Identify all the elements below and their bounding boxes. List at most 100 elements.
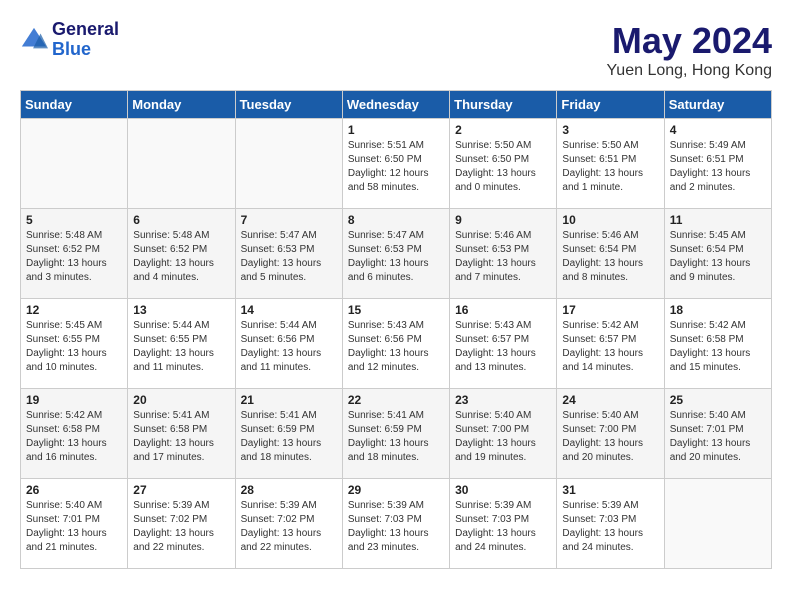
day-info: Sunrise: 5:47 AM Sunset: 6:53 PM Dayligh… [348,229,444,285]
calendar-cell: 26 Sunrise: 5:40 AM Sunset: 7:01 PM Dayli… [21,479,128,569]
day-number: 29 [348,483,444,497]
calendar-cell: 4Sunrise: 5:49 AM Sunset: 6:51 PM Daylig… [664,119,771,209]
day-number: 23 [455,393,551,407]
calendar-cell: 11 Sunrise: 5:45 AM Sunset: 6:54 PM Dayli… [664,209,771,299]
day-number: 28 [241,483,337,497]
calendar-cell: 20 Sunrise: 5:41 AM Sunset: 6:58 PM Dayli… [128,389,235,479]
page-header: General Blue May 2024 Yuen Long, Hong Ko… [20,20,772,80]
day-info: Sunrise: 5:49 AM Sunset: 6:51 PM Dayligh… [670,139,766,195]
day-number: 8 [348,213,444,227]
day-info: Sunrise: 5:48 AM Sunset: 6:52 PM Dayligh… [26,229,122,285]
calendar-week-row: 12Sunrise: 5:45 AM Sunset: 6:55 PM Dayli… [21,299,772,389]
calendar-cell: 7 Sunrise: 5:47 AM Sunset: 6:53 PM Daylig… [235,209,342,299]
calendar-cell: 30 Sunrise: 5:39 AM Sunset: 7:03 PM Dayli… [450,479,557,569]
day-info: Sunrise: 5:40 AM Sunset: 7:00 PM Dayligh… [455,409,551,465]
day-info: Sunrise: 5:41 AM Sunset: 6:59 PM Dayligh… [348,409,444,465]
day-info: Sunrise: 5:50 AM Sunset: 6:51 PM Dayligh… [562,139,658,195]
calendar-cell [21,119,128,209]
logo: General Blue [20,20,119,60]
calendar-cell: 31 Sunrise: 5:39 AM Sunset: 7:03 PM Dayli… [557,479,664,569]
calendar-week-row: 26 Sunrise: 5:40 AM Sunset: 7:01 PM Dayli… [21,479,772,569]
weekday-header: Thursday [450,91,557,119]
calendar-cell: 15Sunrise: 5:43 AM Sunset: 6:56 PM Dayli… [342,299,449,389]
day-info: Sunrise: 5:47 AM Sunset: 6:53 PM Dayligh… [241,229,337,285]
calendar-cell: 19 Sunrise: 5:42 AM Sunset: 6:58 PM Dayli… [21,389,128,479]
calendar-cell: 3 Sunrise: 5:50 AM Sunset: 6:51 PM Daylig… [557,119,664,209]
calendar-cell: 9Sunrise: 5:46 AM Sunset: 6:53 PM Daylig… [450,209,557,299]
day-number: 1 [348,123,444,137]
day-info: Sunrise: 5:39 AM Sunset: 7:03 PM Dayligh… [455,499,551,555]
day-number: 6 [133,213,229,227]
calendar-table: SundayMondayTuesdayWednesdayThursdayFrid… [20,90,772,569]
day-number: 14 [241,303,337,317]
day-info: Sunrise: 5:44 AM Sunset: 6:56 PM Dayligh… [241,319,337,375]
calendar-cell: 10Sunrise: 5:46 AM Sunset: 6:54 PM Dayli… [557,209,664,299]
day-info: Sunrise: 5:45 AM Sunset: 6:54 PM Dayligh… [670,229,766,285]
calendar-cell: 1 Sunrise: 5:51 AM Sunset: 6:50 PM Daylig… [342,119,449,209]
day-info: Sunrise: 5:39 AM Sunset: 7:03 PM Dayligh… [348,499,444,555]
day-info: Sunrise: 5:39 AM Sunset: 7:03 PM Dayligh… [562,499,658,555]
calendar-cell: 5 Sunrise: 5:48 AM Sunset: 6:52 PM Daylig… [21,209,128,299]
calendar-cell: 14 Sunrise: 5:44 AM Sunset: 6:56 PM Dayli… [235,299,342,389]
day-number: 31 [562,483,658,497]
day-info: Sunrise: 5:40 AM Sunset: 7:01 PM Dayligh… [670,409,766,465]
day-number: 11 [670,213,766,227]
day-info: Sunrise: 5:48 AM Sunset: 6:52 PM Dayligh… [133,229,229,285]
day-number: 25 [670,393,766,407]
day-info: Sunrise: 5:42 AM Sunset: 6:57 PM Dayligh… [562,319,658,375]
calendar-cell: 17Sunrise: 5:42 AM Sunset: 6:57 PM Dayli… [557,299,664,389]
weekday-header: Wednesday [342,91,449,119]
day-number: 18 [670,303,766,317]
day-number: 26 [26,483,122,497]
day-number: 19 [26,393,122,407]
calendar-week-row: 1 Sunrise: 5:51 AM Sunset: 6:50 PM Daylig… [21,119,772,209]
calendar-header-row: SundayMondayTuesdayWednesdayThursdayFrid… [21,91,772,119]
day-info: Sunrise: 5:41 AM Sunset: 6:58 PM Dayligh… [133,409,229,465]
day-info: Sunrise: 5:40 AM Sunset: 7:01 PM Dayligh… [26,499,122,555]
day-number: 2 [455,123,551,137]
calendar-cell: 13 Sunrise: 5:44 AM Sunset: 6:55 PM Dayli… [128,299,235,389]
calendar-cell: 24Sunrise: 5:40 AM Sunset: 7:00 PM Dayli… [557,389,664,479]
calendar-cell: 28 Sunrise: 5:39 AM Sunset: 7:02 PM Dayli… [235,479,342,569]
day-info: Sunrise: 5:41 AM Sunset: 6:59 PM Dayligh… [241,409,337,465]
calendar-cell [235,119,342,209]
day-info: Sunrise: 5:43 AM Sunset: 6:56 PM Dayligh… [348,319,444,375]
day-number: 22 [348,393,444,407]
calendar-cell: 12Sunrise: 5:45 AM Sunset: 6:55 PM Dayli… [21,299,128,389]
day-info: Sunrise: 5:40 AM Sunset: 7:00 PM Dayligh… [562,409,658,465]
calendar-week-row: 19 Sunrise: 5:42 AM Sunset: 6:58 PM Dayli… [21,389,772,479]
weekday-header: Sunday [21,91,128,119]
day-number: 10 [562,213,658,227]
month-title: May 2024 [607,20,772,62]
logo-text: General Blue [52,20,119,60]
day-number: 7 [241,213,337,227]
calendar-cell: 18 Sunrise: 5:42 AM Sunset: 6:58 PM Dayli… [664,299,771,389]
day-info: Sunrise: 5:43 AM Sunset: 6:57 PM Dayligh… [455,319,551,375]
calendar-cell [664,479,771,569]
day-number: 5 [26,213,122,227]
location-subtitle: Yuen Long, Hong Kong [607,62,772,80]
day-number: 12 [26,303,122,317]
day-number: 27 [133,483,229,497]
day-info: Sunrise: 5:51 AM Sunset: 6:50 PM Dayligh… [348,139,444,195]
day-info: Sunrise: 5:46 AM Sunset: 6:53 PM Dayligh… [455,229,551,285]
logo-icon [20,26,48,54]
day-info: Sunrise: 5:44 AM Sunset: 6:55 PM Dayligh… [133,319,229,375]
calendar-cell: 23 Sunrise: 5:40 AM Sunset: 7:00 PM Dayli… [450,389,557,479]
calendar-cell: 6 Sunrise: 5:48 AM Sunset: 6:52 PM Daylig… [128,209,235,299]
calendar-cell: 27Sunrise: 5:39 AM Sunset: 7:02 PM Dayli… [128,479,235,569]
weekday-header: Saturday [664,91,771,119]
day-number: 13 [133,303,229,317]
day-info: Sunrise: 5:42 AM Sunset: 6:58 PM Dayligh… [670,319,766,375]
day-info: Sunrise: 5:42 AM Sunset: 6:58 PM Dayligh… [26,409,122,465]
calendar-cell: 29 Sunrise: 5:39 AM Sunset: 7:03 PM Dayli… [342,479,449,569]
calendar-cell: 22 Sunrise: 5:41 AM Sunset: 6:59 PM Dayli… [342,389,449,479]
calendar-cell: 8 Sunrise: 5:47 AM Sunset: 6:53 PM Daylig… [342,209,449,299]
day-number: 21 [241,393,337,407]
day-number: 3 [562,123,658,137]
day-number: 20 [133,393,229,407]
day-number: 30 [455,483,551,497]
day-info: Sunrise: 5:39 AM Sunset: 7:02 PM Dayligh… [241,499,337,555]
calendar-body: 1 Sunrise: 5:51 AM Sunset: 6:50 PM Daylig… [21,119,772,569]
calendar-cell [128,119,235,209]
